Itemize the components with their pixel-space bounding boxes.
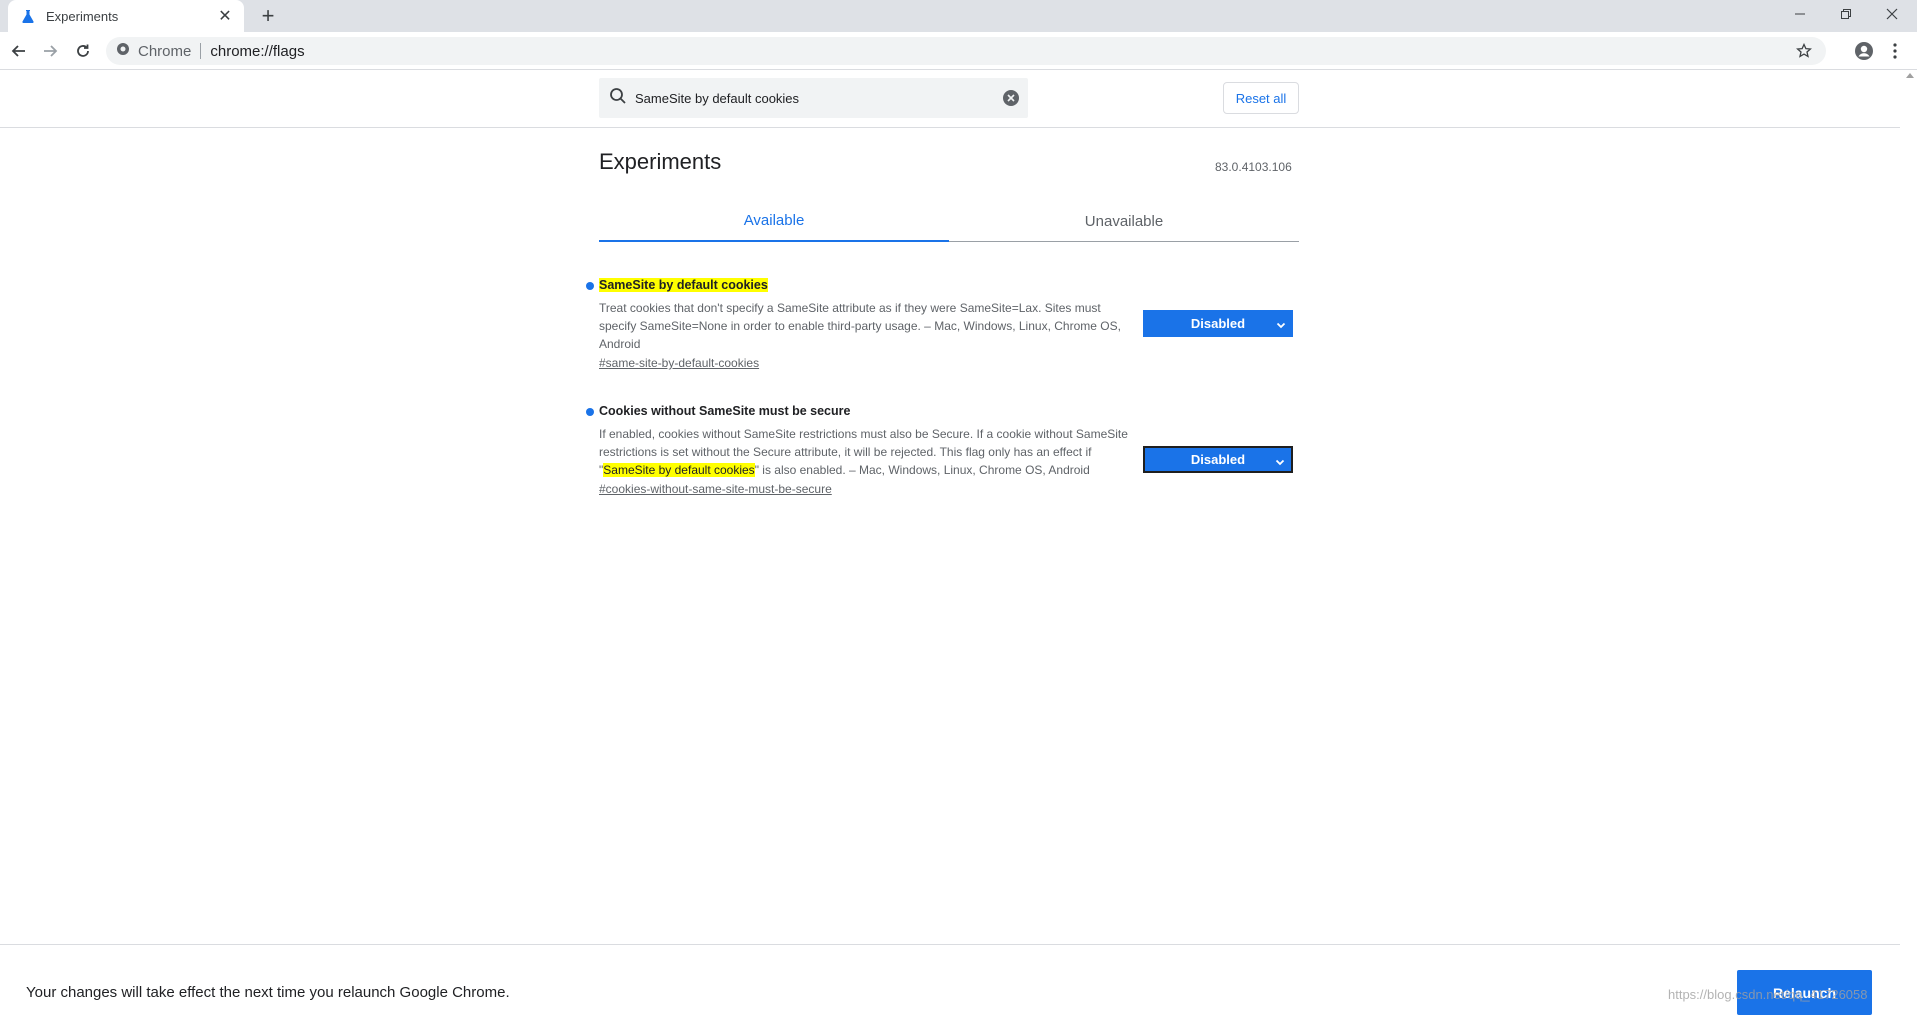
forward-arrow-icon[interactable]: [38, 39, 62, 63]
scroll-up-arrow-icon[interactable]: [1906, 73, 1914, 78]
tab-strip: Experiments ✕ +: [0, 0, 1917, 32]
select-value: Disabled: [1190, 452, 1246, 467]
page-title: Experiments: [599, 149, 722, 174]
clear-search-icon[interactable]: [1002, 89, 1020, 107]
experiments-tabs: Available Unavailable: [599, 200, 1299, 242]
modified-indicator-dot: [586, 408, 594, 416]
reload-icon[interactable]: [71, 39, 95, 63]
new-tab-button[interactable]: +: [256, 3, 280, 28]
experiment-description: If enabled, cookies without SameSite res…: [599, 425, 1133, 479]
experiment-permalink[interactable]: #cookies-without-same-site-must-be-secur…: [599, 482, 832, 496]
version-number: 83.0.4103.106: [1215, 160, 1292, 174]
relaunch-message: Your changes will take effect the next t…: [26, 984, 510, 1001]
menu-kebab-icon[interactable]: [1883, 39, 1907, 63]
experiment-state-select[interactable]: Disabled: [1143, 310, 1293, 337]
close-window-icon[interactable]: [1869, 0, 1915, 28]
browser-toolbar: Chrome chrome://flags: [0, 32, 1917, 70]
omnibox-url[interactable]: chrome://flags: [210, 43, 304, 60]
bookmark-star-icon[interactable]: [1794, 41, 1814, 61]
profile-avatar-icon[interactable]: [1852, 39, 1876, 63]
experiment-permalink[interactable]: #same-site-by-default-cookies: [599, 356, 759, 370]
search-icon: [609, 87, 627, 110]
experiment-same-site-by-default: SameSite by default cookies Treat cookie…: [586, 278, 1299, 372]
flags-search-box[interactable]: [599, 78, 1028, 118]
watermark-text: https://blog.csdn.net/qq_41726058: [1668, 987, 1868, 1002]
select-value: Disabled: [1190, 316, 1246, 331]
description-text-after: " is also enabled. – Mac, Windows, Linux…: [754, 463, 1090, 477]
chevron-down-icon: [1276, 318, 1286, 333]
restore-icon[interactable]: [1823, 0, 1869, 28]
close-tab-icon[interactable]: ✕: [216, 6, 234, 26]
experiment-cookies-without-samesite-secure: Cookies without SameSite must be secure …: [586, 404, 1299, 498]
reset-all-button[interactable]: Reset all: [1223, 82, 1299, 114]
omnibox-chrome-label: Chrome: [138, 42, 192, 60]
back-arrow-icon[interactable]: [7, 39, 31, 63]
tab-unavailable[interactable]: Unavailable: [949, 200, 1299, 242]
chrome-site-icon: [116, 42, 130, 61]
omnibox-separator: [200, 43, 202, 59]
modified-indicator-dot: [586, 282, 594, 290]
browser-tab-experiments[interactable]: Experiments ✕: [8, 0, 244, 32]
relaunch-footer: Your changes will take effect the next t…: [0, 944, 1900, 1015]
flags-header: Reset all: [0, 71, 1900, 128]
experiment-name-highlight: SameSite by default cookies: [599, 278, 768, 292]
experiment-name: SameSite by default cookies: [599, 278, 1299, 292]
experiment-state-select[interactable]: Disabled: [1143, 446, 1293, 473]
minimize-icon[interactable]: [1777, 0, 1823, 28]
page-scrollbar[interactable]: [1904, 71, 1917, 1015]
search-input[interactable]: [635, 90, 995, 106]
address-bar[interactable]: Chrome chrome://flags: [106, 37, 1826, 65]
chevron-down-icon: [1275, 455, 1285, 470]
tab-available[interactable]: Available: [599, 200, 949, 242]
experiment-description: Treat cookies that don't specify a SameS…: [599, 301, 1121, 351]
description-highlight: SameSite by default cookies: [603, 463, 755, 477]
experiment-name: Cookies without SameSite must be secure: [599, 404, 851, 418]
flask-icon: [20, 8, 36, 24]
tab-title: Experiments: [46, 8, 119, 24]
